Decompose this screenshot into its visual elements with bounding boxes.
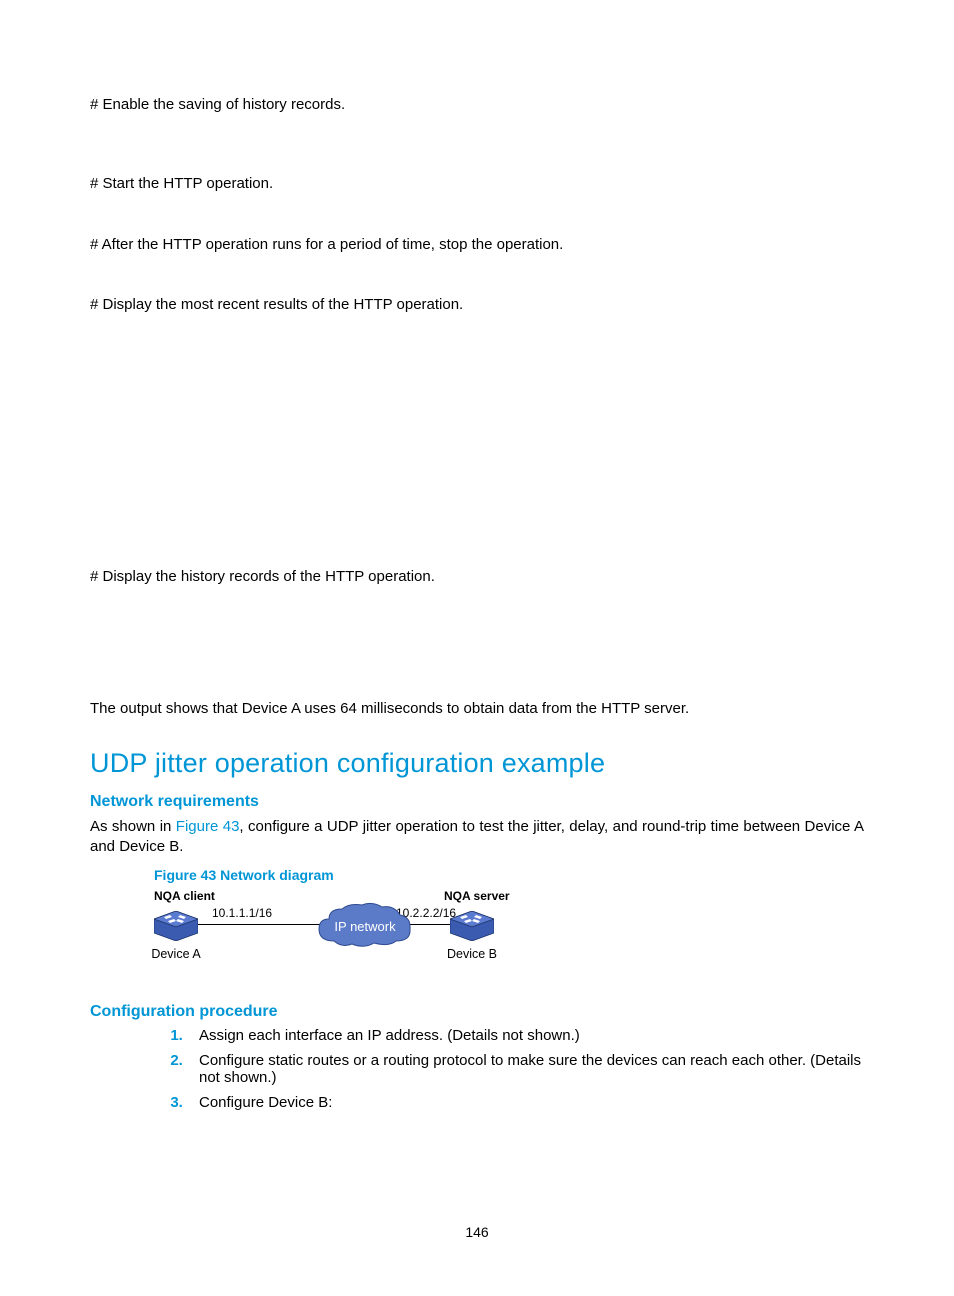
body-text: # Enable the saving of history records. [90,95,864,115]
body-text: As shown in Figure 43, configure a UDP j… [90,817,864,858]
body-text: # Display the history records of the HTT… [90,567,864,587]
diagram-device-label: Device A [141,947,211,961]
heading-2: Network requirements [90,793,864,811]
heading-2: Configuration procedure [90,1003,864,1021]
list-item: Configure static routes or a routing pro… [187,1052,864,1086]
list-item: Assign each interface an IP address. (De… [187,1027,864,1044]
network-diagram: NQA client NQA server 10.1.1.1/16 10.2.2… [154,889,564,977]
switch-icon [450,911,494,937]
diagram-link-line [198,924,324,925]
diagram-ip-left: 10.1.1.1/16 [212,906,272,920]
procedure-list: Assign each interface an IP address. (De… [90,1027,864,1111]
body-text: # Display the most recent results of the… [90,295,864,315]
step-text: Configure Device B: [199,1094,332,1111]
figure-caption: Figure 43 Network diagram [154,867,864,883]
diagram-device-label: Device B [437,947,507,961]
body-text: # After the HTTP operation runs for a pe… [90,235,864,255]
body-text: The output shows that Device A uses 64 m… [90,699,864,719]
heading-1: UDP jitter operation configuration examp… [90,748,864,779]
diagram-label-nqa-client: NQA client [154,889,215,903]
switch-icon [154,911,198,937]
list-item: Configure Device B: [187,1094,864,1111]
body-text: # Start the HTTP operation. [90,174,864,194]
diagram-cloud-label: IP network [322,919,408,934]
text-fragment: As shown in [90,818,176,835]
step-text: Assign each interface an IP address. (De… [199,1027,580,1044]
page-number: 146 [0,1224,954,1240]
step-text: Configure static routes or a routing pro… [199,1052,861,1086]
diagram-label-nqa-server: NQA server [444,889,510,903]
figure-ref-link[interactable]: Figure 43 [176,818,240,835]
